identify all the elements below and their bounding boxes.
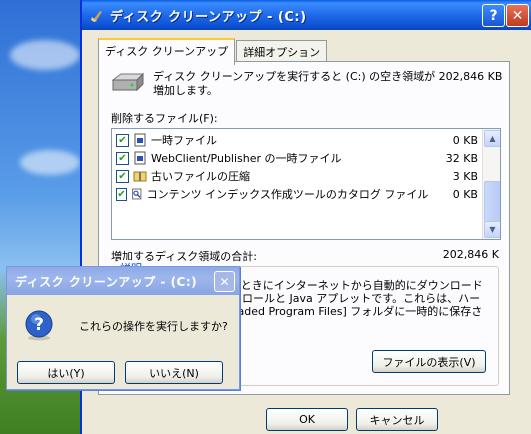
cloud [10,40,80,70]
intro-text: ディスク クリーンアップを実行すると (C:) の空き領域が 202,846 K… [153,70,503,97]
file-size: 32 KB [445,151,478,165]
yes-button[interactable]: はい(Y) [17,361,115,384]
svg-text:?: ? [34,315,44,335]
dialog-message: これらの操作を実行しますか? [79,320,228,333]
question-icon: ? [25,310,53,341]
dialog-title-bar[interactable]: ディスク クリーンアップ - (C:) ✕ [7,267,239,295]
broom-icon [91,11,102,22]
window-title: ディスク クリーンアップ - (C:) [110,9,307,25]
vertical-scrollbar[interactable]: ▲ ▼ [482,129,500,239]
view-files-button[interactable]: ファイルの表示(V) [372,350,486,373]
cloud [20,150,80,175]
file-icon [134,133,146,147]
file-name: 一時ファイル [151,134,217,147]
checkbox[interactable]: ✔ [116,169,129,183]
scroll-up-icon[interactable]: ▲ [484,130,500,147]
list-item[interactable]: ✔ 古いファイルの圧縮 3 KB [116,167,478,185]
list-item[interactable]: ✔ WebClient/Publisher の一時ファイル 32 KB [116,149,478,167]
file-name: 古いファイルの圧縮 [151,170,250,183]
title-bar[interactable]: ディスク クリーンアップ - (C:) ? ✕ [82,0,531,30]
checkbox[interactable]: ✔ [116,151,129,165]
cancel-button[interactable]: キャンセル [356,408,438,431]
file-name: コンテンツ インデックス作成ツールのカタログ ファイル [146,188,429,201]
list-item[interactable]: ✔ コンテンツ インデックス作成ツールのカタログ ファイル 0 KB [116,185,478,203]
checkbox[interactable]: ✔ [116,133,129,147]
file-name: WebClient/Publisher の一時ファイル [151,152,342,165]
total-space-value: 202,846 K [442,248,499,261]
search-file-icon [132,188,142,200]
file-size: 0 KB [452,133,478,147]
checkbox[interactable]: ✔ [116,187,128,201]
dialog-title: ディスク クリーンアップ - (C:) [15,274,198,289]
list-item[interactable]: ✔ 一時ファイル 0 KB [116,131,478,149]
ok-button[interactable]: OK [266,408,348,431]
tab-disk-cleanup[interactable]: ディスク クリーンアップ [98,38,236,65]
compress-icon [133,171,147,182]
file-size: 0 KB [452,187,478,201]
file-list[interactable]: ✔ 一時ファイル 0 KB ✔ WebClient/Publisher の一時フ… [111,128,501,240]
file-size: 3 KB [452,169,478,183]
scrollbar-thumb[interactable] [484,181,500,223]
scroll-down-icon[interactable]: ▼ [484,221,500,238]
files-to-delete-label: 削除するファイル(F): [111,112,218,125]
confirm-dialog: ディスク クリーンアップ - (C:) ✕ ? これらの操作を実行しますか? は… [6,266,240,390]
close-button[interactable]: ✕ [506,4,529,27]
no-button[interactable]: いいえ(N) [125,361,223,384]
help-button[interactable]: ? [482,4,505,27]
hard-drive-icon [111,72,145,92]
dialog-close-button[interactable]: ✕ [214,271,235,292]
file-icon [134,151,146,165]
